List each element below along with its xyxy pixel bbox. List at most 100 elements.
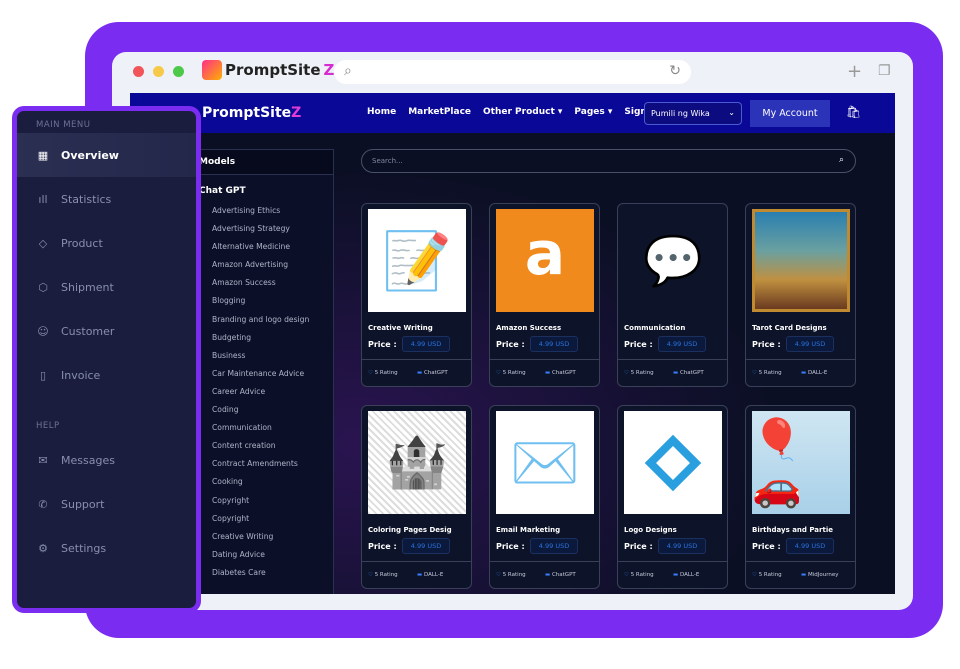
sidebar-item-statistics[interactable]: ıll Statistics — [17, 177, 196, 221]
heart-icon[interactable]: ♡ — [496, 572, 503, 578]
heart-icon[interactable]: ♡ — [624, 370, 631, 376]
nav-link[interactable]: Other Product ▾ — [483, 107, 562, 117]
heart-icon[interactable]: ♡ — [752, 572, 759, 578]
close-dot[interactable] — [133, 66, 144, 77]
category-item[interactable]: Car Maintenance Advice — [193, 365, 333, 383]
sidebar-item-invoice[interactable]: ▯ Invoice — [17, 353, 196, 397]
nav-link[interactable]: Home — [367, 107, 396, 117]
category-item[interactable]: Contract Amendments — [193, 455, 333, 473]
writing-icon[interactable]: 📝 — [368, 209, 466, 312]
category-item[interactable]: Branding and logo design — [193, 311, 333, 329]
tarot-image[interactable] — [752, 209, 850, 312]
rating: ♡ 5 Rating — [368, 572, 398, 578]
product-card[interactable]: Logo Designs Price : 4.99 USD ♡ 5 Rating ▬ D… — [617, 405, 728, 589]
search-input[interactable]: Search... ⌕ — [361, 149, 856, 173]
logo-image[interactable] — [624, 411, 722, 514]
price-label: Price : — [368, 542, 397, 551]
sidebar-item-product[interactable]: ◇ Product — [17, 221, 196, 265]
category-item[interactable]: Budgeting — [193, 329, 333, 347]
category-item[interactable]: Creative Writing — [193, 528, 333, 546]
product-card[interactable]: Tarot Card Designs Price : 4.99 USD ♡ 5 Rat… — [745, 203, 856, 387]
rating: ♡ 5 Rating — [624, 572, 654, 578]
model-icon: ▬ — [417, 572, 424, 578]
category-item[interactable]: Alternative Medicine — [193, 238, 333, 256]
sidebar-item-label: Shipment — [61, 280, 114, 294]
language-select[interactable]: Pumili ng Wika ⌄ — [644, 102, 742, 125]
category-item[interactable]: Advertising Ethics — [193, 202, 333, 220]
maximize-dot[interactable] — [173, 66, 184, 77]
nav-link[interactable]: MarketPlace — [408, 107, 471, 117]
sidebar-item-messages[interactable]: ✉ Messages — [17, 438, 196, 482]
users-icon: ☺ — [37, 324, 49, 338]
product-card[interactable]: ✉️ Email Marketing Price : 4.99 USD ♡ 5 Rati… — [489, 405, 600, 589]
product-card[interactable]: a Amazon Success Price : 4.99 USD ♡ 5 Rating… — [489, 203, 600, 387]
model: ▬ DALL-E — [417, 572, 443, 578]
product-card[interactable]: 🏰 Coloring Pages Desig Price : 4.99 USD ♡ 5 … — [361, 405, 472, 589]
category-item[interactable]: Career Advice — [193, 383, 333, 401]
category-header: Models — [193, 150, 333, 175]
category-item[interactable]: Copyright — [193, 510, 333, 528]
search-icon[interactable]: ⌕ — [839, 155, 844, 165]
cart-icon[interactable]: 🛍 — [846, 105, 861, 119]
product-title[interactable]: Tarot Card Designs — [752, 324, 827, 332]
box-icon: ⬡ — [38, 280, 48, 294]
category-item[interactable]: Business — [193, 347, 333, 365]
category-item[interactable]: Content creation — [193, 437, 333, 455]
castle-image[interactable]: 🏰 — [368, 411, 466, 514]
heart-icon[interactable]: ♡ — [624, 572, 631, 578]
product-title[interactable]: Communication — [624, 324, 685, 332]
category-item[interactable]: Communication — [193, 419, 333, 437]
sidebar-item-support[interactable]: ✆ Support — [17, 482, 196, 526]
rating: ♡ 5 Rating — [752, 370, 782, 376]
sidebar-item-shipment[interactable]: ⬡ Shipment — [17, 265, 196, 309]
product-card[interactable]: 📝 Creative Writing Price : 4.99 USD ♡ 5 Rati… — [361, 203, 472, 387]
category-item[interactable]: Coding — [193, 401, 333, 419]
product-title[interactable]: Amazon Success — [496, 324, 561, 332]
product-title[interactable]: Email Marketing — [496, 526, 560, 534]
category-item[interactable]: Cooking — [193, 473, 333, 491]
price-badge: 4.99 USD — [530, 336, 578, 352]
price-badge: 4.99 USD — [658, 538, 706, 554]
balloons-image[interactable]: 🎈🚗 — [752, 411, 850, 514]
logo-z: Z — [291, 105, 302, 121]
sidebar-item-settings[interactable]: ⚙ Settings — [17, 526, 196, 570]
my-account-button[interactable]: My Account — [750, 100, 830, 127]
heart-icon[interactable]: ♡ — [496, 370, 503, 376]
heart-icon[interactable]: ♡ — [752, 370, 759, 376]
product-title[interactable]: Creative Writing — [368, 324, 433, 332]
sidebar-item-overview[interactable]: ▦ Overview — [17, 133, 196, 177]
nav-link[interactable]: Pages ▾ — [574, 107, 612, 117]
amazon-logo[interactable]: a — [496, 209, 594, 312]
chevron-down-icon: ⌄ — [728, 108, 735, 117]
reload-icon[interactable]: ↻ — [669, 63, 681, 79]
rating: ♡ 5 Rating — [496, 370, 526, 376]
price-badge: 4.99 USD — [402, 538, 450, 554]
category-item[interactable]: Diabetes Care — [193, 564, 333, 582]
new-tab-icon[interactable]: + — [847, 61, 862, 82]
minimize-dot[interactable] — [153, 66, 164, 77]
product-title[interactable]: Logo Designs — [624, 526, 677, 534]
sidebar-item-customer[interactable]: ☺ Customer — [17, 309, 196, 353]
product-title[interactable]: Birthdays and Partie — [752, 526, 833, 534]
category-group[interactable]: Chat GPT — [193, 175, 333, 202]
category-item[interactable]: Amazon Success — [193, 274, 333, 292]
model-text: DALL-E — [423, 572, 444, 578]
price-label: Price : — [624, 542, 653, 551]
model-icon: ▬ — [673, 370, 680, 376]
product-card[interactable]: 🎈🚗 Birthdays and Partie Price : 4.99 USD ♡ 5… — [745, 405, 856, 589]
communication-icon[interactable]: 💬 — [624, 209, 722, 312]
category-item[interactable]: Dating Advice — [193, 546, 333, 564]
category-item[interactable]: Amazon Advertising — [193, 256, 333, 274]
address-bar[interactable]: ⌕ ↻ — [334, 60, 691, 84]
category-item[interactable]: Copyright — [193, 492, 333, 510]
tabs-icon[interactable]: ❐ — [878, 63, 891, 79]
product-title[interactable]: Coloring Pages Desig — [368, 526, 452, 534]
email-icon[interactable]: ✉️ — [496, 411, 594, 514]
heart-icon[interactable]: ♡ — [368, 370, 375, 376]
heart-icon[interactable]: ♡ — [368, 572, 375, 578]
product-card[interactable]: 💬 Communication Price : 4.99 USD ♡ 5 Rating ▬… — [617, 203, 728, 387]
site-logo[interactable]: PromptSiteZ — [202, 105, 301, 121]
category-item[interactable]: Blogging — [193, 292, 333, 310]
category-item[interactable]: Advertising Strategy — [193, 220, 333, 238]
model: ▬ DALL-E — [801, 370, 827, 376]
